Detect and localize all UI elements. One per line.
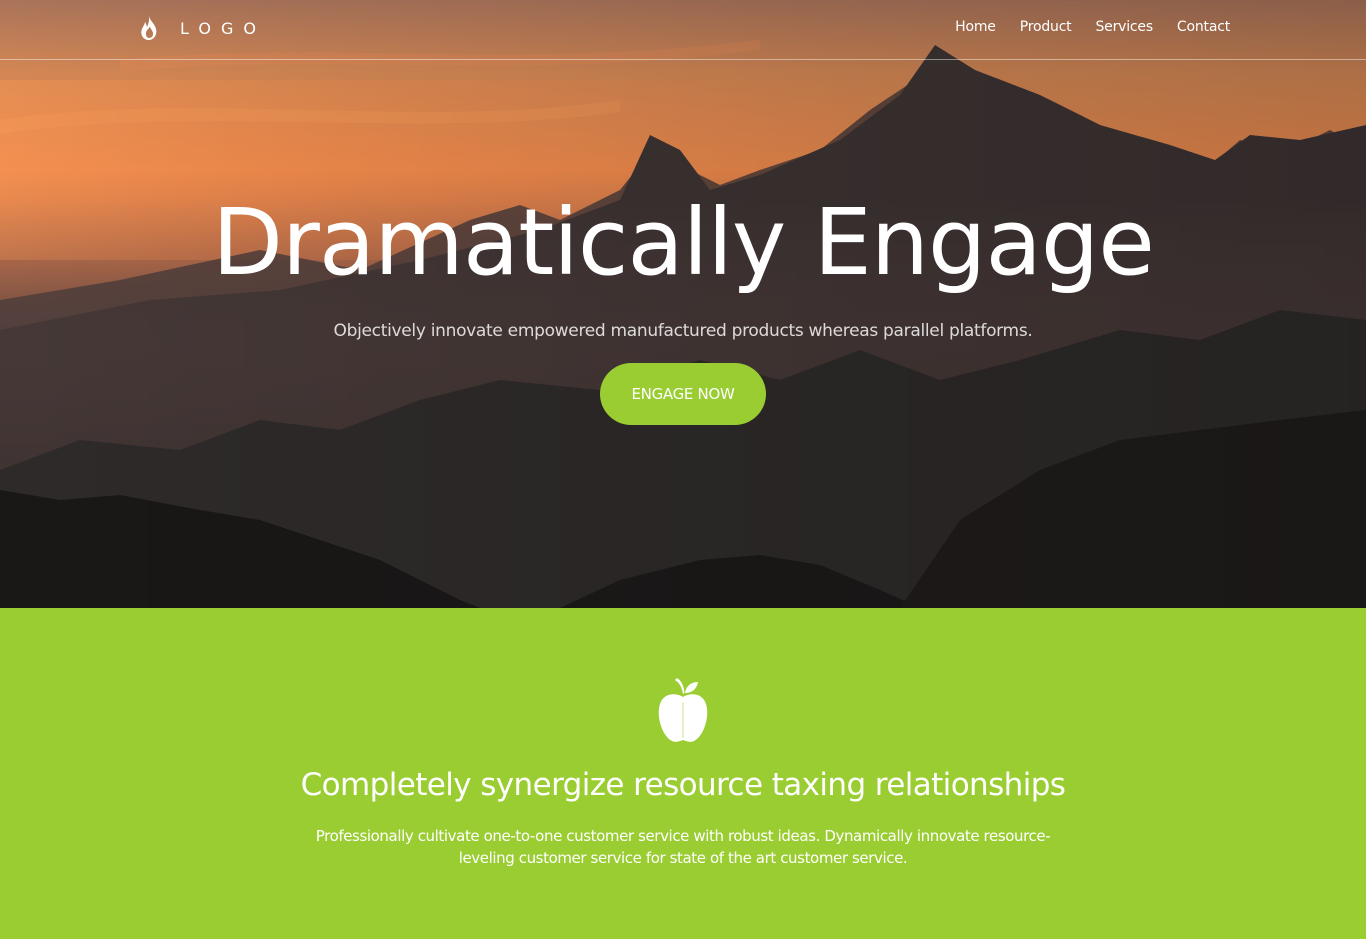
engage-now-button[interactable]: ENGAGE NOW	[600, 363, 766, 425]
top-navbar: LOGO Home Product Services Contact	[0, 0, 1366, 60]
hero-title: Dramatically Engage	[212, 189, 1155, 296]
hero-section: LOGO Home Product Services Contact Drama…	[0, 0, 1366, 608]
nav-item-contact[interactable]: Contact	[1177, 19, 1230, 35]
hero-subtitle: Objectively innovate empowered manufactu…	[333, 321, 1033, 341]
logo-text: LOGO	[180, 18, 266, 38]
feature-title: Completely synergize resource taxing rel…	[300, 767, 1066, 803]
landing-page: LOGO Home Product Services Contact Drama…	[0, 0, 1366, 939]
logo-link[interactable]: LOGO	[138, 14, 266, 42]
apple-icon	[658, 678, 708, 742]
nav-item-home[interactable]: Home	[955, 19, 996, 35]
nav-item-services[interactable]: Services	[1095, 19, 1153, 35]
feature-section: Completely synergize resource taxing rel…	[0, 608, 1366, 939]
feature-description: Professionally cultivate one-to-one cust…	[315, 827, 1051, 867]
main-nav: Home Product Services Contact	[955, 0, 1230, 54]
flame-icon	[141, 16, 157, 40]
hero-content: Dramatically Engage Objectively innovate…	[0, 185, 1366, 425]
nav-item-product[interactable]: Product	[1020, 19, 1072, 35]
